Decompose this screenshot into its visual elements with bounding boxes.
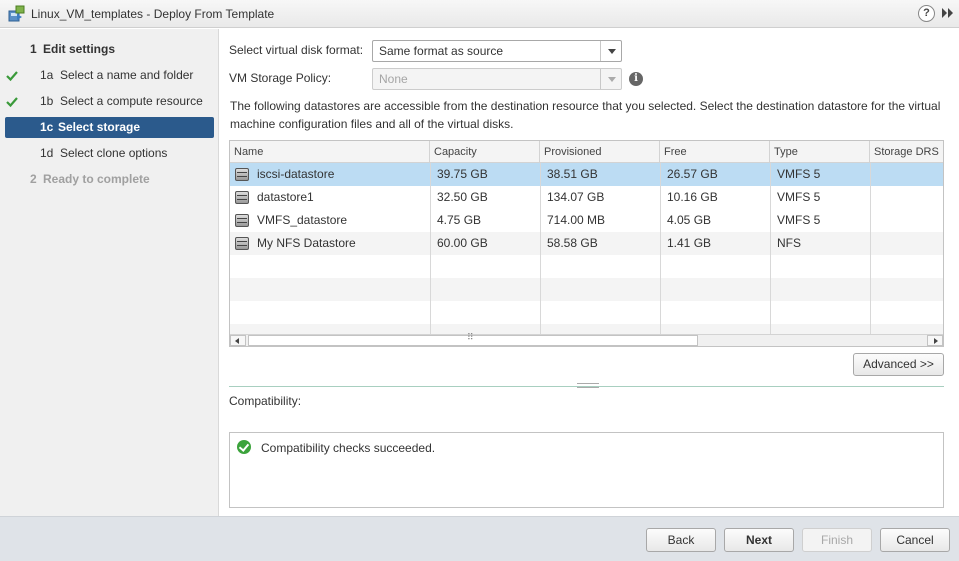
datastore-icon bbox=[235, 191, 249, 204]
column-header-storage-drs[interactable]: Storage DRS bbox=[870, 141, 943, 163]
chevron-down-icon[interactable] bbox=[600, 41, 621, 61]
cell-free: 1.41 GB bbox=[667, 236, 712, 250]
back-button[interactable]: Back bbox=[646, 528, 716, 552]
column-header-provisioned[interactable]: Provisioned bbox=[540, 141, 660, 163]
step-select-name-folder[interactable]: 1a Select a name and folder bbox=[0, 65, 214, 86]
column-divider bbox=[660, 163, 661, 334]
cell-type: VMFS 5 bbox=[777, 167, 821, 181]
scroll-left-icon[interactable] bbox=[230, 335, 246, 346]
column-divider bbox=[430, 163, 431, 334]
finish-button: Finish bbox=[802, 528, 872, 552]
cell-type: VMFS 5 bbox=[777, 213, 821, 227]
step-number: 1c bbox=[40, 120, 54, 134]
scroll-right-icon[interactable] bbox=[927, 335, 943, 346]
empty-row bbox=[230, 255, 943, 278]
step-number: 1d bbox=[40, 146, 54, 160]
empty-row bbox=[230, 324, 943, 334]
step-number: 2 bbox=[30, 172, 37, 186]
step-label: Select clone options bbox=[60, 146, 168, 160]
cell-capacity: 39.75 GB bbox=[437, 167, 488, 181]
step-number: 1b bbox=[40, 94, 54, 108]
step-edit-settings: 1 Edit settings bbox=[0, 39, 214, 60]
wizard-footer: Back Next Finish Cancel bbox=[0, 516, 959, 561]
disk-format-label: Select virtual disk format: bbox=[229, 43, 364, 57]
cancel-button[interactable]: Cancel bbox=[880, 528, 950, 552]
horizontal-scrollbar[interactable] bbox=[230, 333, 943, 346]
step-label: Select a compute resource bbox=[60, 94, 203, 108]
compatibility-label: Compatibility: bbox=[229, 394, 302, 408]
cell-type: VMFS 5 bbox=[777, 190, 821, 204]
cell-name: iscsi-datastore bbox=[257, 167, 335, 181]
window-title: Linux_VM_templates - Deploy From Templat… bbox=[31, 7, 275, 21]
step-label: Select storage bbox=[58, 120, 141, 134]
step-select-clone-options[interactable]: 1d Select clone options bbox=[0, 143, 214, 164]
table-row[interactable]: My NFS Datastore 60.00 GB 58.58 GB 1.41 … bbox=[230, 232, 943, 255]
splitter-grip-icon[interactable] bbox=[577, 383, 599, 388]
storage-policy-select: None bbox=[372, 68, 622, 90]
compatibility-message: Compatibility checks succeeded. bbox=[261, 441, 436, 455]
cell-capacity: 60.00 GB bbox=[437, 236, 488, 250]
step-number: 1 bbox=[30, 42, 37, 56]
cell-capacity: 32.50 GB bbox=[437, 190, 488, 204]
cell-provisioned: 38.51 GB bbox=[547, 167, 598, 181]
table-row[interactable]: iscsi-datastore 39.75 GB 38.51 GB 26.57 … bbox=[230, 163, 943, 186]
empty-row bbox=[230, 278, 943, 301]
datastore-icon bbox=[235, 168, 249, 181]
info-icon[interactable]: i bbox=[629, 72, 643, 86]
empty-row bbox=[230, 301, 943, 324]
step-select-storage[interactable]: 1c Select storage bbox=[5, 117, 214, 138]
column-divider bbox=[770, 163, 771, 334]
step-select-compute-resource[interactable]: 1b Select a compute resource bbox=[0, 91, 214, 112]
table-row[interactable]: datastore1 32.50 GB 134.07 GB 10.16 GB V… bbox=[230, 186, 943, 209]
disk-format-select[interactable]: Same format as source bbox=[372, 40, 622, 62]
datastore-description: The following datastores are accessible … bbox=[230, 99, 941, 131]
cell-name: VMFS_datastore bbox=[257, 213, 348, 227]
column-divider bbox=[540, 163, 541, 334]
title-bar: Linux_VM_templates - Deploy From Templat… bbox=[0, 0, 959, 28]
success-check-icon bbox=[237, 440, 251, 454]
cell-type: NFS bbox=[777, 236, 801, 250]
advanced-button[interactable]: Advanced >> bbox=[853, 353, 944, 376]
scrollbar-thumb[interactable] bbox=[248, 333, 698, 346]
next-button[interactable]: Next bbox=[724, 528, 794, 552]
step-number: 1a bbox=[40, 68, 54, 82]
cell-provisioned: 134.07 GB bbox=[547, 190, 605, 204]
column-header-name[interactable]: Name bbox=[230, 141, 430, 163]
wizard-steps: 1 Edit settings 1a Select a name and fol… bbox=[0, 29, 219, 516]
cell-name: datastore1 bbox=[257, 190, 314, 204]
step-ready-to-complete: 2 Ready to complete bbox=[0, 169, 214, 190]
datastore-icon bbox=[235, 214, 249, 227]
column-divider bbox=[870, 163, 871, 334]
cell-name: My NFS Datastore bbox=[257, 236, 356, 250]
chevron-down-icon bbox=[600, 69, 621, 89]
compatibility-panel: Compatibility checks succeeded. bbox=[229, 432, 944, 508]
storage-policy-value: None bbox=[379, 72, 408, 86]
disk-format-value: Same format as source bbox=[379, 44, 504, 58]
cell-provisioned: 714.00 MB bbox=[547, 213, 606, 227]
cell-provisioned: 58.58 GB bbox=[547, 236, 598, 250]
expand-icon[interactable] bbox=[941, 6, 955, 20]
cell-free: 10.16 GB bbox=[667, 190, 718, 204]
main-panel: Select virtual disk format: Same format … bbox=[220, 29, 959, 516]
storage-policy-label: VM Storage Policy: bbox=[229, 71, 332, 85]
column-header-capacity[interactable]: Capacity bbox=[430, 141, 540, 163]
column-header-free[interactable]: Free bbox=[660, 141, 770, 163]
datastore-table: Name Capacity Provisioned Free Type Stor… bbox=[229, 140, 944, 347]
datastore-icon bbox=[235, 237, 249, 250]
cell-free: 4.05 GB bbox=[667, 213, 712, 227]
table-header: Name Capacity Provisioned Free Type Stor… bbox=[230, 141, 943, 163]
step-label: Ready to complete bbox=[43, 172, 150, 186]
column-header-type[interactable]: Type bbox=[770, 141, 870, 163]
step-label: Edit settings bbox=[43, 42, 116, 56]
step-label: Select a name and folder bbox=[60, 68, 194, 82]
deploy-template-icon bbox=[8, 5, 25, 22]
cell-free: 26.57 GB bbox=[667, 167, 718, 181]
table-row[interactable]: VMFS_datastore 4.75 GB 714.00 MB 4.05 GB… bbox=[230, 209, 943, 232]
cell-capacity: 4.75 GB bbox=[437, 213, 482, 227]
help-icon[interactable]: ? bbox=[918, 5, 935, 22]
